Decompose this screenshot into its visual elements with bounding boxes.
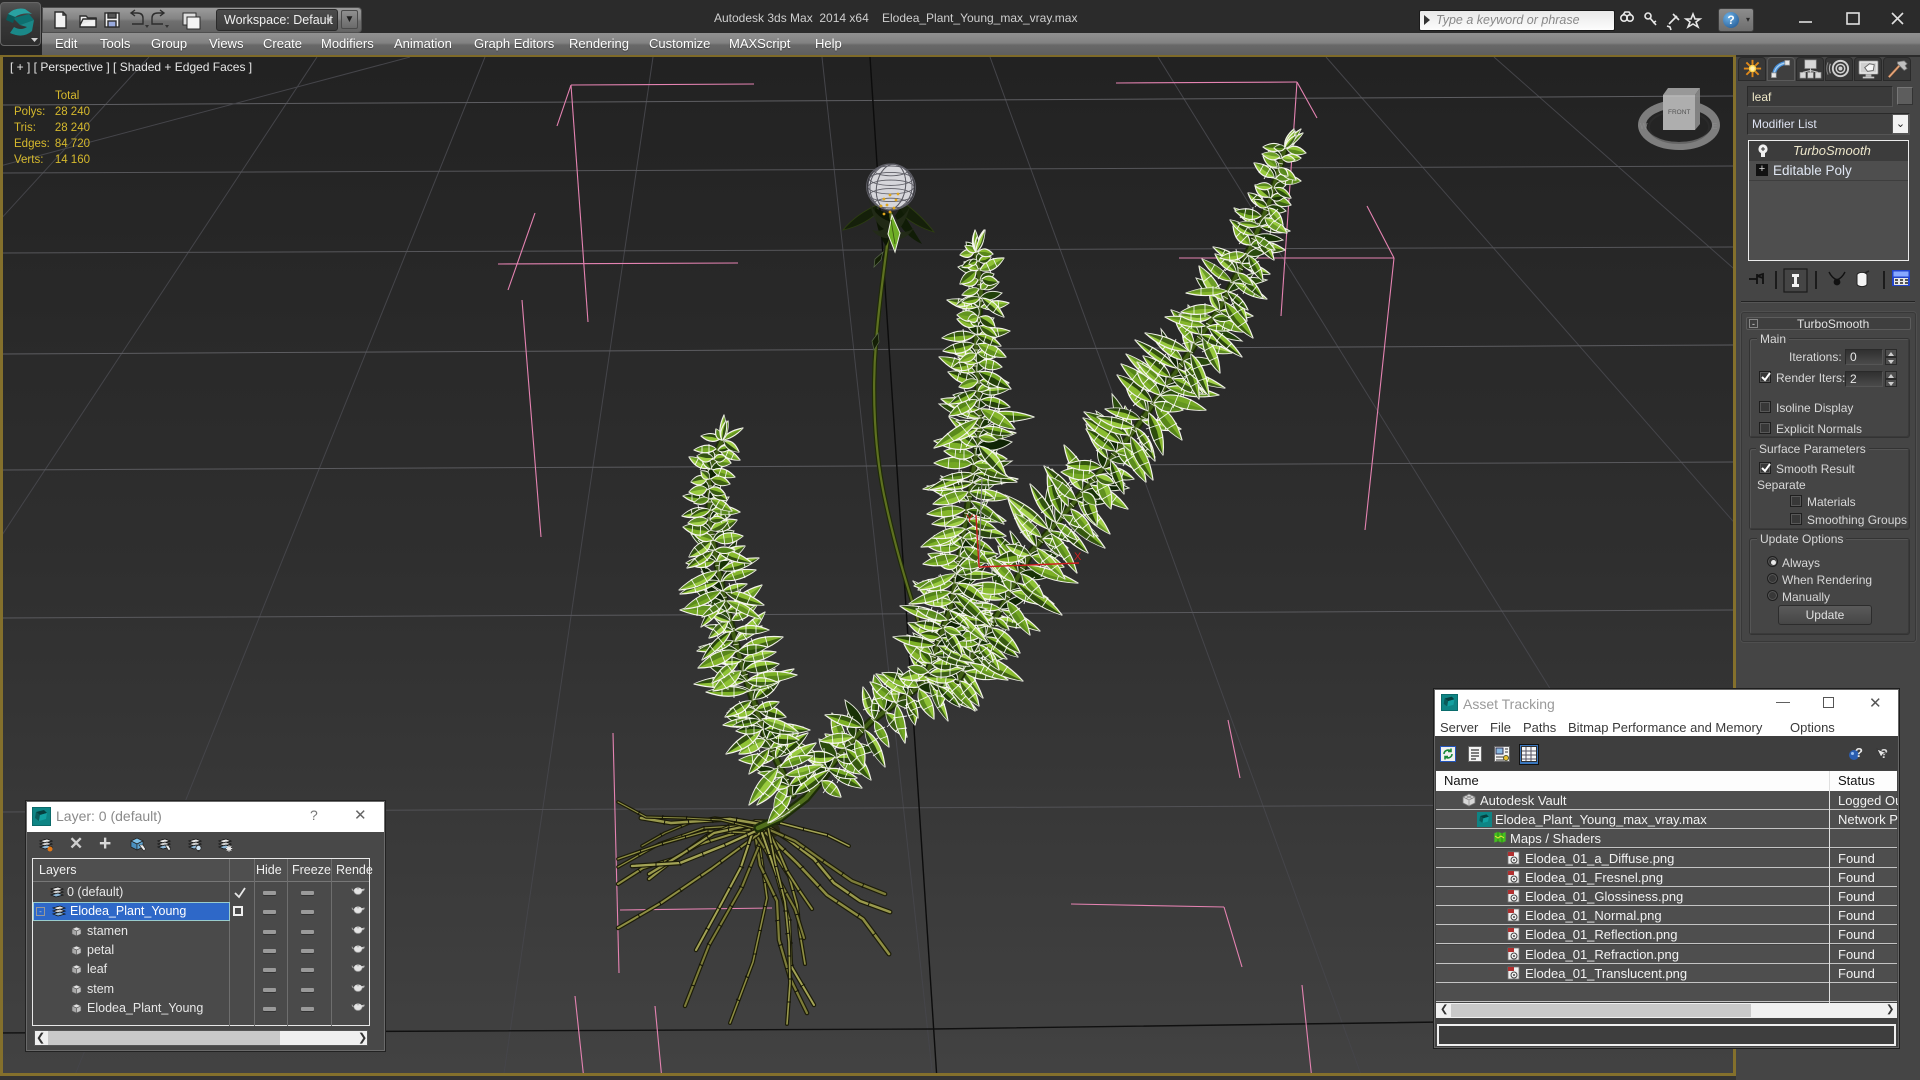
- svg-text:Total: Total: [55, 90, 79, 102]
- svg-text:28 240: 28 240: [55, 106, 90, 118]
- svg-text:28 240: 28 240: [55, 122, 90, 134]
- svg-text:FRONT: FRONT: [1668, 109, 1690, 116]
- svg-text:X: X: [1074, 551, 1082, 563]
- svg-text:[ + ] [ Perspective ] [ Shaded: [ + ] [ Perspective ] [ Shaded + Edged F…: [10, 60, 252, 74]
- svg-text:14 160: 14 160: [55, 154, 90, 166]
- svg-text:84 720: 84 720: [55, 138, 90, 150]
- svg-text:W: W: [1640, 122, 1648, 131]
- svg-text:Edges:: Edges:: [14, 138, 50, 150]
- svg-text:E: E: [1712, 122, 1717, 131]
- svg-text:Y: Y: [966, 513, 974, 525]
- svg-text:Polys:: Polys:: [14, 106, 45, 118]
- svg-text:Tris:: Tris:: [14, 122, 36, 134]
- svg-text:Verts:: Verts:: [14, 154, 43, 166]
- svg-text:?: ?: [1855, 745, 1863, 760]
